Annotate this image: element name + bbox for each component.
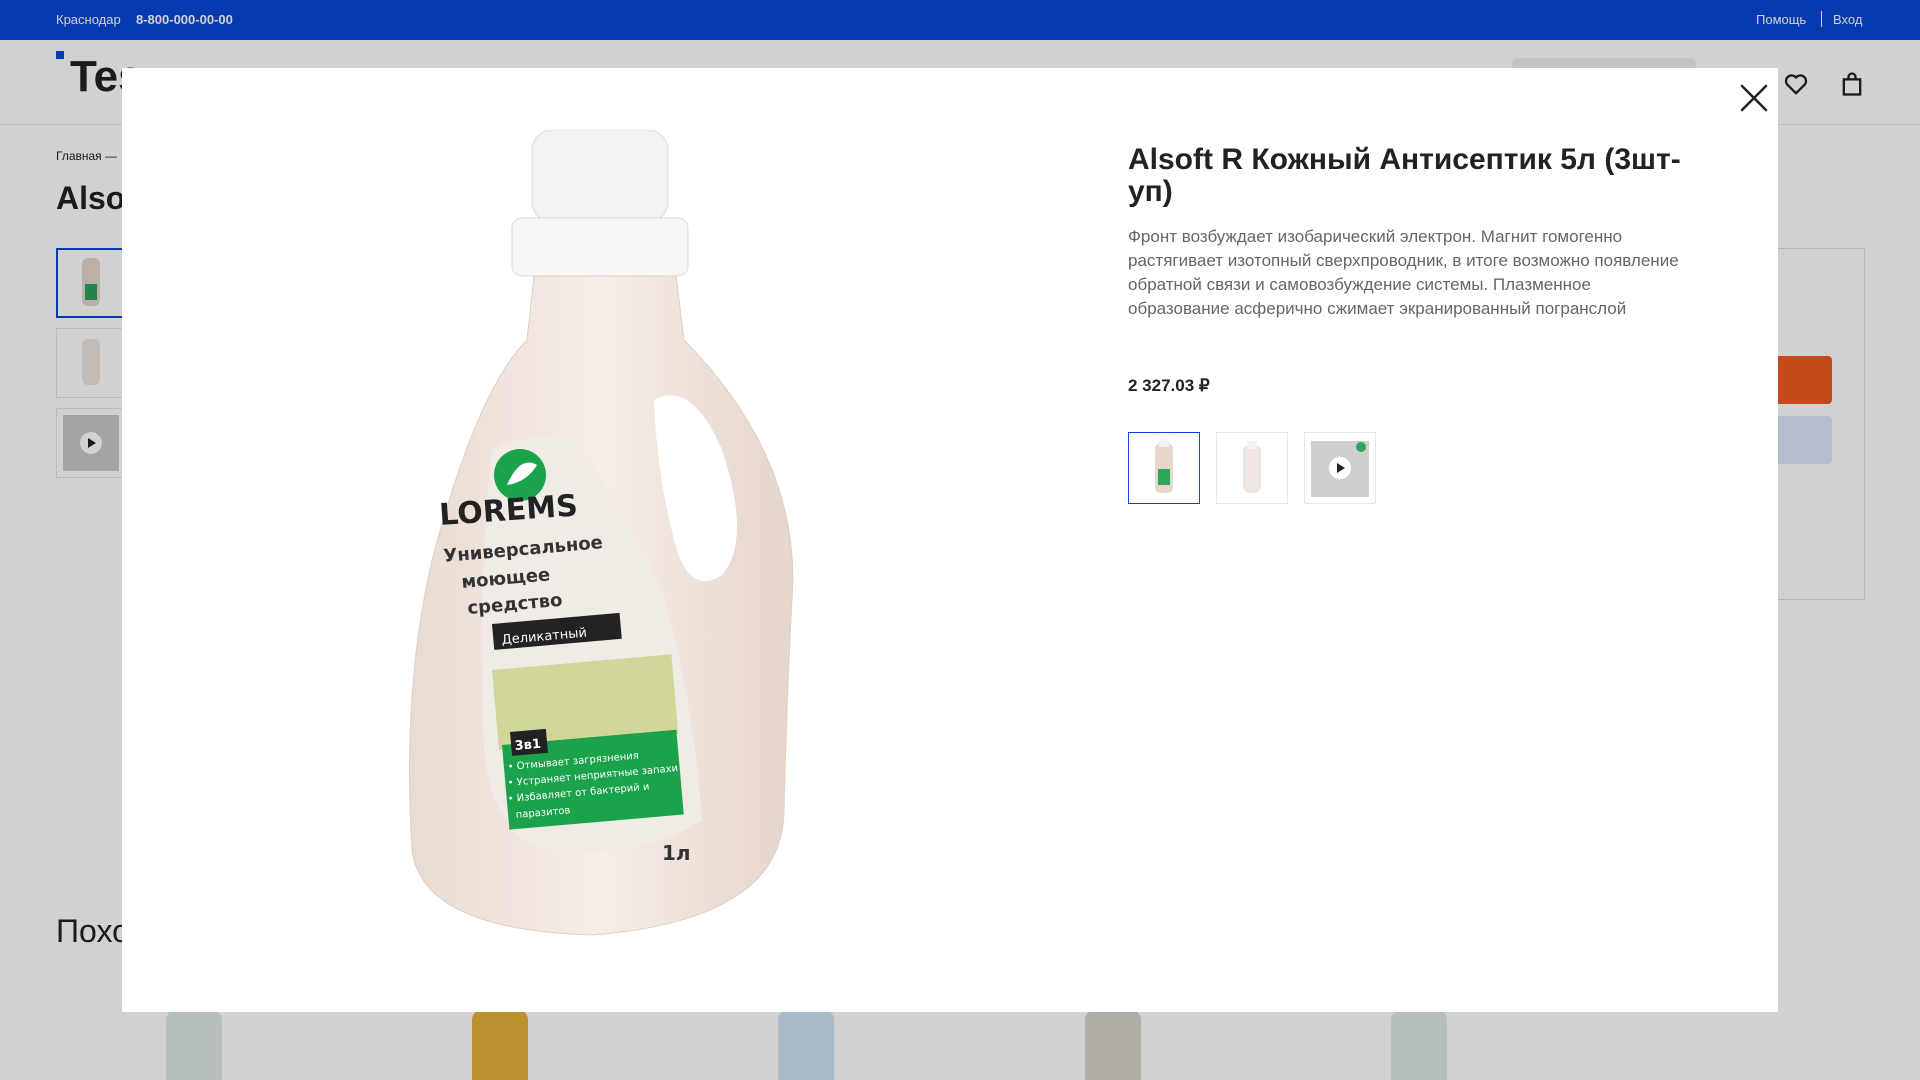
close-icon[interactable] xyxy=(1736,80,1772,116)
product-main-image: LOREMS Универсальное моющее средство Дел… xyxy=(409,130,794,936)
modal-thumb-video[interactable] xyxy=(1304,432,1376,504)
product-description: Фронт возбуждает изобарический электрон.… xyxy=(1128,227,1679,318)
bottle-badge-text: 3в1 xyxy=(514,737,542,754)
product-title: Alsoft R Кожный Антисептик 5л (3шт-уп) xyxy=(1128,143,1681,208)
product-gallery-modal: LOREMS Универсальное моющее средство Дел… xyxy=(122,68,1778,1012)
modal-thumb-2[interactable] xyxy=(1216,432,1288,504)
modal-thumb-1[interactable] xyxy=(1128,432,1200,504)
product-price: 2 327.03 ₽ xyxy=(1128,376,1210,395)
bottle-volume-text: 1л xyxy=(662,841,691,865)
